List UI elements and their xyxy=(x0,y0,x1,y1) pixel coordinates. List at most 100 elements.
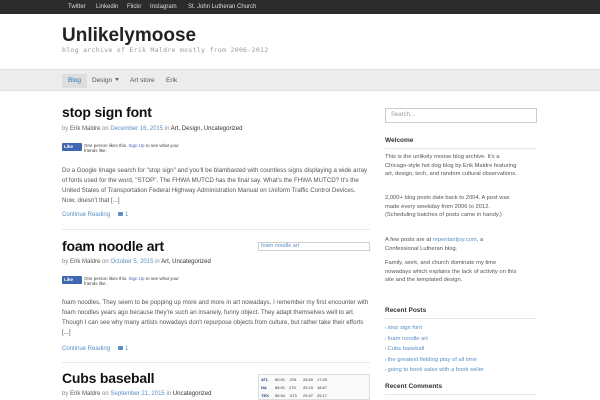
search-input[interactable]: Search... xyxy=(385,108,537,123)
sidebar-divider xyxy=(385,148,537,149)
stats-team: ATL xyxy=(261,377,269,382)
stats-cell: 25.15 xyxy=(303,385,314,390)
meta-in: in xyxy=(155,259,160,265)
comment-icon xyxy=(118,212,123,216)
stats-cell: 96.94 xyxy=(275,393,286,398)
post-author[interactable]: Erik Maldre xyxy=(70,259,100,265)
stats-cell: 25.17 xyxy=(317,393,328,398)
like-label: Like xyxy=(64,277,74,282)
nav-art-store[interactable]: Art store xyxy=(124,74,161,88)
facebook-like-button[interactable]: Like xyxy=(62,276,82,284)
stats-row: TEX 96.94.573 29.97 25.17 xyxy=(261,393,367,399)
topnav-church[interactable]: St. John Lutheran Church xyxy=(188,2,256,12)
post-thumbnail-link[interactable]: foam noodle art xyxy=(258,242,370,251)
post-author[interactable]: Erik Maldre xyxy=(70,126,100,132)
post-meta: by Erik Maldre on September 21, 2015 in … xyxy=(62,391,211,397)
repentantjoy-link[interactable]: repentantjoy.com xyxy=(433,237,477,243)
recent-post-link[interactable]: foam noodle art xyxy=(385,334,537,345)
meta-in: in xyxy=(166,391,172,397)
nav-blog[interactable]: Blog xyxy=(62,74,88,88)
stats-cell: 275 xyxy=(289,385,296,390)
post-divider xyxy=(62,229,370,230)
post-date[interactable]: December 16, 2015 xyxy=(110,126,163,132)
fb-signup-link[interactable]: Sign Up xyxy=(129,143,145,148)
topnav-flickr[interactable]: Flickr xyxy=(127,2,141,12)
nav-erik-label: Erik xyxy=(166,77,178,84)
stats-cell: 68.91 xyxy=(275,385,286,390)
comment-icon xyxy=(118,346,123,350)
post-meta: by Erik Maldre on October 5, 2015 in Art… xyxy=(62,259,211,265)
recent-comments-heading: Recent Comments xyxy=(385,383,443,390)
facebook-like: Like One person likes this. Sign Up to s… xyxy=(62,143,182,155)
post-categories[interactable]: Art, Uncategorized xyxy=(161,259,211,265)
topnav-instagram[interactable]: Instagram xyxy=(150,2,177,12)
welcome-text-3a: A few posts are at xyxy=(385,237,432,243)
baseball-stats-thumbnail[interactable]: ATL 60.91.291 25.69 17.93 NA 68.91 275 25.15 18… xyxy=(258,374,370,400)
post-categories[interactable]: Art, Design, Uncategorized xyxy=(171,126,243,132)
recent-posts-list: stop sign font foam noodle art Cubs base… xyxy=(385,323,537,376)
facebook-like-text: One person likes this. Sign Up to see wh… xyxy=(84,143,184,153)
welcome-text-1: This is the unlikely moose blog archive.… xyxy=(385,154,517,177)
sidebar-divider xyxy=(385,394,537,395)
welcome-text-3: A few posts are at repentantjoy.com, a C… xyxy=(385,236,517,253)
post-title[interactable]: stop sign font xyxy=(62,104,152,120)
meta-by: by xyxy=(62,259,69,265)
post-date[interactable]: September 21, 2015 xyxy=(110,391,164,397)
welcome-text-4: Family, work, and church dominate my tim… xyxy=(385,260,517,283)
meta-by: by xyxy=(62,391,69,397)
meta-on: on xyxy=(102,259,109,265)
topnav-linkedin[interactable]: Linkedin xyxy=(96,2,118,12)
comment-count[interactable]: 1 xyxy=(118,212,128,218)
facebook-like-text: One person likes this. Sign Up to see wh… xyxy=(84,276,184,286)
comment-count-value: 1 xyxy=(125,346,129,352)
welcome-heading: Welcome xyxy=(385,137,414,144)
stats-cell: 29.97 xyxy=(303,393,314,398)
stats-team: NA xyxy=(261,385,267,390)
post-categories[interactable]: Uncategorized xyxy=(173,391,212,397)
post-title[interactable]: foam noodle art xyxy=(62,238,164,254)
meta-on: on xyxy=(102,126,109,132)
topnav-twitter[interactable]: Twitter xyxy=(68,2,86,12)
stats-cell: 25.69 xyxy=(303,377,314,382)
post-divider xyxy=(62,362,370,363)
meta-in: in xyxy=(164,126,170,132)
meta-on: on xyxy=(102,391,109,397)
recent-post-link[interactable]: Cubs baseball xyxy=(385,344,537,355)
main-nav: Blog Design Art store Erik xyxy=(0,69,600,91)
nav-erik[interactable]: Erik xyxy=(160,74,183,88)
meta-by: by xyxy=(62,126,69,132)
top-bar: Twitter Linkedin Flickr Instagram St. Jo… xyxy=(0,0,600,14)
sidebar-divider xyxy=(385,318,537,319)
facebook-like: Like One person likes this. Sign Up to s… xyxy=(62,276,182,288)
recent-posts-heading: Recent Posts xyxy=(385,307,427,314)
stats-cell: 18.67 xyxy=(317,385,328,390)
site-title[interactable]: Unlikelymoose xyxy=(62,25,196,47)
stats-cell: .291 xyxy=(289,377,297,382)
stats-cell: 60.91 xyxy=(275,377,286,382)
continue-reading-link[interactable]: Continue Reading xyxy=(62,212,110,218)
recent-post-link[interactable]: stop sign font xyxy=(385,323,537,334)
stats-cell: .573 xyxy=(289,393,297,398)
continue-reading-link[interactable]: Continue Reading xyxy=(62,346,110,352)
nav-design[interactable]: Design xyxy=(86,74,125,88)
stats-team: TEX xyxy=(261,393,269,398)
nav-design-label: Design xyxy=(92,77,113,84)
facebook-like-button[interactable]: Like xyxy=(62,143,82,151)
welcome-text-2: 2,000+ blog posts date back to 2004. A p… xyxy=(385,195,510,218)
recent-post-link[interactable]: the greatest fielding play of all time xyxy=(385,355,537,366)
fb-signup-link[interactable]: Sign Up xyxy=(129,276,145,281)
post-excerpt: Do a Google Image search for "stop sign"… xyxy=(62,167,368,204)
post-author[interactable]: Erik Maldre xyxy=(70,391,100,397)
site-description: blog archive of Erik Maldre mostly from … xyxy=(62,46,269,54)
stats-row: NA 68.91 275 25.15 18.67 xyxy=(261,385,367,391)
chevron-down-icon xyxy=(115,78,120,81)
post-meta: by Erik Maldre on December 16, 2015 in A… xyxy=(62,126,242,132)
comment-count[interactable]: 1 xyxy=(118,346,128,352)
comment-count-value: 1 xyxy=(125,212,129,218)
recent-post-link[interactable]: going to book sales with a book seller xyxy=(385,365,537,376)
nav-art-store-label: Art store xyxy=(130,77,155,84)
stats-cell: 17.93 xyxy=(317,377,328,382)
post-title[interactable]: Cubs baseball xyxy=(62,370,155,386)
post-date[interactable]: October 5, 2015 xyxy=(110,259,153,265)
like-label: Like xyxy=(64,144,74,149)
